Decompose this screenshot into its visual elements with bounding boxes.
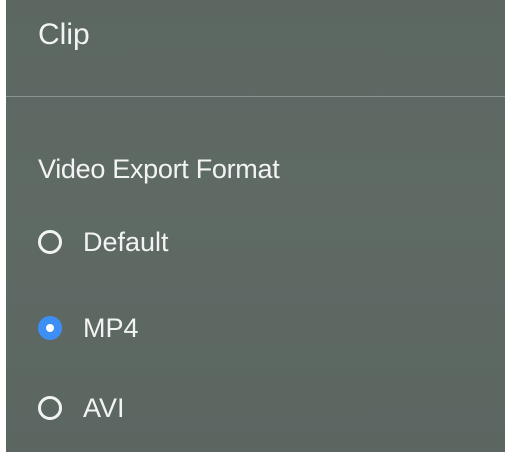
divider [6, 96, 505, 97]
clip-settings-panel: Clip Video Export Format Default MP4 AVI [6, 0, 505, 452]
video-export-format-label: Video Export Format [38, 154, 280, 184]
radio-label-default: Default [83, 226, 169, 257]
panel-title: Clip [38, 18, 90, 51]
radio-label-mp4: MP4 [83, 312, 139, 343]
radio-option-avi[interactable]: AVI [38, 388, 125, 428]
radio-unchecked-icon[interactable] [38, 396, 62, 420]
radio-unchecked-icon[interactable] [38, 230, 62, 254]
radio-checked-icon[interactable] [38, 316, 62, 340]
radio-option-default[interactable]: Default [38, 222, 169, 262]
radio-label-avi: AVI [83, 392, 125, 423]
radio-option-mp4[interactable]: MP4 [38, 308, 139, 348]
